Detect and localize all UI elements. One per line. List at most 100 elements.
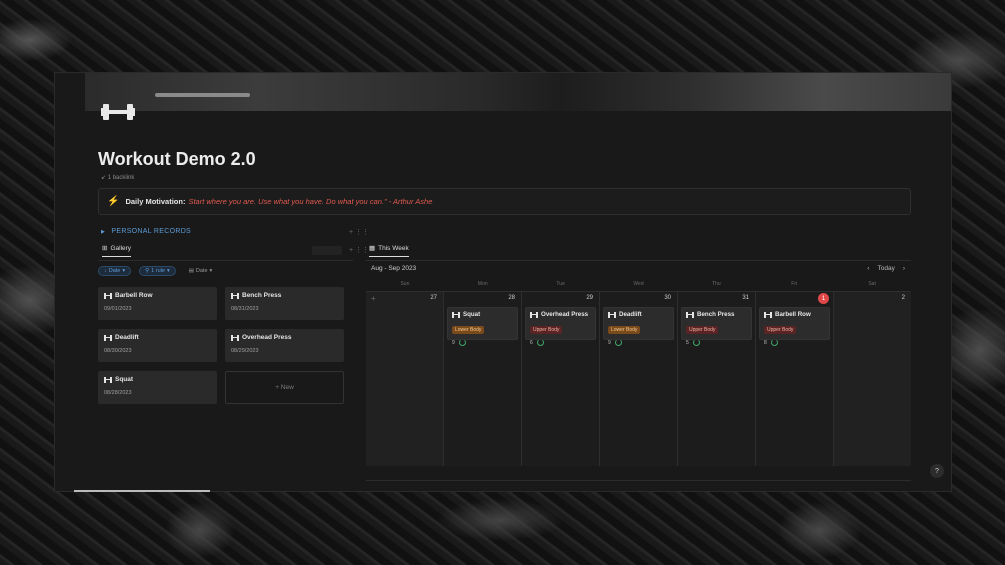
add-event-icon[interactable]: + [371, 294, 376, 303]
set-count: 9 [452, 339, 455, 346]
card-date: 09/01/2023 [104, 306, 132, 312]
page-window: Workout Demo 2.0 ↙ 1 backlink ⚡ Daily Mo… [54, 72, 952, 492]
set-count: 5 [686, 339, 689, 346]
day-number: 28 [508, 295, 515, 301]
gallery-card[interactable]: Bench Press 08/31/2023 [225, 287, 344, 320]
toggle-triangle-icon: ▶ [101, 229, 106, 235]
dumbbell-page-icon[interactable] [101, 101, 135, 123]
body-tag: Lower Body [608, 326, 641, 334]
dumbbell-icon [104, 292, 112, 299]
calendar-day[interactable]: 31 Bench Press Upper Body 5 [678, 292, 756, 466]
calendar-day[interactable]: + 27 [366, 292, 444, 466]
gallery-card[interactable]: Overhead Press 08/29/2023 [225, 329, 344, 362]
toggle-label: PERSONAL RECORDS [111, 228, 192, 235]
weekday-label: Sun [400, 281, 410, 287]
calendar-day[interactable]: 1 Barbell Row Upper Body 8 [756, 292, 834, 466]
page-title: Workout Demo 2.0 [98, 149, 256, 169]
workout-event[interactable]: Bench Press Upper Body 5 [681, 307, 752, 346]
cover-detail [155, 93, 250, 97]
day-number: 30 [664, 295, 671, 301]
dumbbell-icon [452, 311, 460, 318]
calendar-day[interactable]: 29 Overhead Press Upper Body 6 [522, 292, 600, 466]
day-number: 29 [586, 295, 593, 301]
body-tag: Upper Body [764, 326, 797, 334]
body-tag: Upper Body [530, 326, 563, 334]
gallery-card[interactable]: Barbell Row 09/01/2023 [98, 287, 217, 320]
gallery-card[interactable]: Squat 08/28/2023 [98, 371, 217, 404]
backlink-label: 1 backlink [107, 175, 135, 181]
grid-icon: ⊞ [102, 245, 108, 252]
progress-ring-icon [692, 339, 700, 346]
weekday-label: Wed [633, 281, 644, 287]
calendar-day[interactable]: 2 [834, 292, 911, 466]
card-name: Deadlift [115, 334, 139, 341]
day-number: 2 [901, 295, 905, 301]
date-filter-chip[interactable]: ▤ Date ▾ [184, 266, 218, 276]
dumbbell-icon [104, 376, 112, 383]
calendar-range: Aug - Sep 2023 [371, 265, 417, 272]
card-name: Barbell Row [115, 292, 153, 299]
dumbbell-icon [764, 311, 772, 318]
set-count: 6 [530, 339, 533, 346]
tab-this-week[interactable]: ▦ This Week [369, 244, 409, 257]
records-add-icon[interactable]: + ⋮⋮ [349, 228, 369, 236]
callout-label: Daily Motivation: [125, 197, 186, 206]
card-date: 08/31/2023 [231, 306, 259, 312]
workout-event[interactable]: Barbell Row Upper Body 8 [759, 307, 830, 346]
callout-quote: Start where you are. Use what you have. … [188, 197, 433, 206]
day-number: 27 [430, 295, 437, 301]
gallery-tabbar: ⊞ Gallery [98, 244, 353, 261]
sort-date-chip[interactable]: ↓ Date ▾ [98, 266, 132, 276]
calendar-icon: ▦ [369, 245, 376, 252]
dumbbell-icon [231, 334, 239, 341]
new-card-button[interactable]: + New [225, 371, 344, 404]
workout-event[interactable]: Overhead Press Upper Body 6 [525, 307, 596, 346]
chevron-left-icon[interactable]: ‹ [867, 265, 869, 272]
progress-ring-icon [770, 339, 778, 346]
calendar-day[interactable]: 30 Deadlift Lower Body 9 [600, 292, 678, 466]
calendar-day[interactable]: 28 Squat Lower Body 9 [444, 292, 522, 466]
calendar-tabbar: ▦ This Week [366, 244, 911, 261]
event-name: Barbell Row [775, 311, 811, 318]
backlink-link[interactable]: ↙ 1 backlink [101, 174, 134, 181]
weekday-label: Tue [556, 281, 565, 287]
sort-date-label: Date [108, 268, 121, 274]
dumbbell-icon [608, 311, 616, 318]
body-tag: Lower Body [452, 326, 485, 334]
dumbbell-icon [231, 292, 239, 299]
weekday-label: Thu [712, 281, 721, 287]
workout-event[interactable]: Squat Lower Body 9 [447, 307, 518, 346]
progress-ring-icon [614, 339, 622, 346]
event-name: Squat [463, 311, 481, 318]
cover-image[interactable] [85, 73, 951, 111]
event-name: Deadlift [619, 311, 642, 318]
filter-rule-label: 1 rule [151, 268, 165, 274]
event-name: Bench Press [697, 311, 735, 318]
motivation-callout: ⚡ Daily Motivation: Start where you are.… [98, 188, 911, 215]
card-name: Squat [115, 376, 134, 383]
card-date: 08/29/2023 [231, 348, 259, 354]
today-day-number: 1 [818, 293, 829, 304]
weekday-label: Fri [791, 281, 798, 287]
help-button[interactable]: ? [930, 464, 944, 478]
gallery-card[interactable]: Deadlift 08/30/2023 [98, 329, 217, 362]
weekday-header: Sun Mon Tue Wed Thu Fri Sat [366, 281, 911, 287]
progress-ring-icon [536, 339, 544, 346]
weekday-label: Sat [868, 281, 876, 287]
personal-records-toggle[interactable]: ▶ PERSONAL RECORDS [101, 228, 191, 235]
card-name: Overhead Press [242, 334, 292, 341]
bottom-divider [366, 480, 911, 481]
chevron-right-icon[interactable]: › [903, 265, 905, 272]
workout-event[interactable]: Deadlift Lower Body 9 [603, 307, 674, 346]
set-count: 8 [764, 339, 767, 346]
calendar-grid: + 27 28 Squat Lower Body 9 29 Overhead P… [366, 291, 911, 466]
card-date: 08/30/2023 [104, 348, 132, 354]
today-button[interactable]: Today [877, 265, 894, 272]
body-tag: Upper Body [686, 326, 719, 334]
progress-underline [74, 490, 210, 492]
view-search-placeholder[interactable] [312, 246, 342, 255]
filter-rule-chip[interactable]: ⚲ 1 rule ▾ [139, 266, 176, 276]
date-filter-label: Date [195, 268, 208, 274]
calendar-nav: ‹ Today › [867, 265, 905, 272]
tab-gallery[interactable]: ⊞ Gallery [102, 244, 132, 257]
